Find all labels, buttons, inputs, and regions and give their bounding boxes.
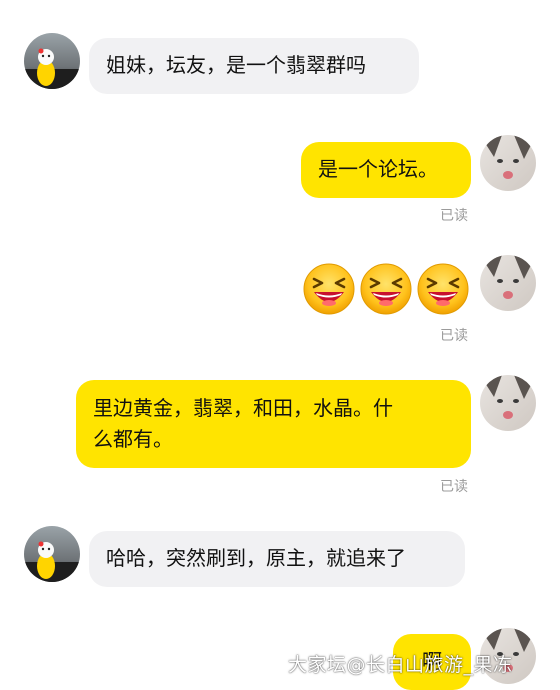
read-status: 已读: [440, 328, 468, 344]
avatar-self[interactable]: [480, 375, 536, 431]
laughing-emoji: [360, 263, 412, 315]
message-bubble[interactable]: 姐妹，坛友，是一个翡翠群吗: [89, 38, 419, 94]
avatar-other[interactable]: [24, 526, 80, 582]
message-bubble[interactable]: 哈哈，突然刷到，原主，就追来了: [89, 531, 465, 587]
read-status: 已读: [440, 479, 468, 495]
avatar-other[interactable]: [24, 33, 80, 89]
read-status: 已读: [440, 208, 468, 224]
message-bubble[interactable]: 是一个论坛。: [301, 142, 471, 198]
laughing-emoji: [303, 263, 355, 315]
avatar-self[interactable]: [480, 135, 536, 191]
message-line: 里边黄金，翡翠，和田，水晶。什: [93, 396, 393, 420]
message-line: 么都有。: [93, 427, 173, 451]
laughing-emoji: [417, 263, 469, 315]
watermark: 大家坛@长白山旅游_果冻: [288, 654, 513, 676]
avatar-self[interactable]: [480, 255, 536, 311]
message-bubble[interactable]: 里边黄金，翡翠，和田，水晶。什 么都有。: [76, 380, 471, 468]
